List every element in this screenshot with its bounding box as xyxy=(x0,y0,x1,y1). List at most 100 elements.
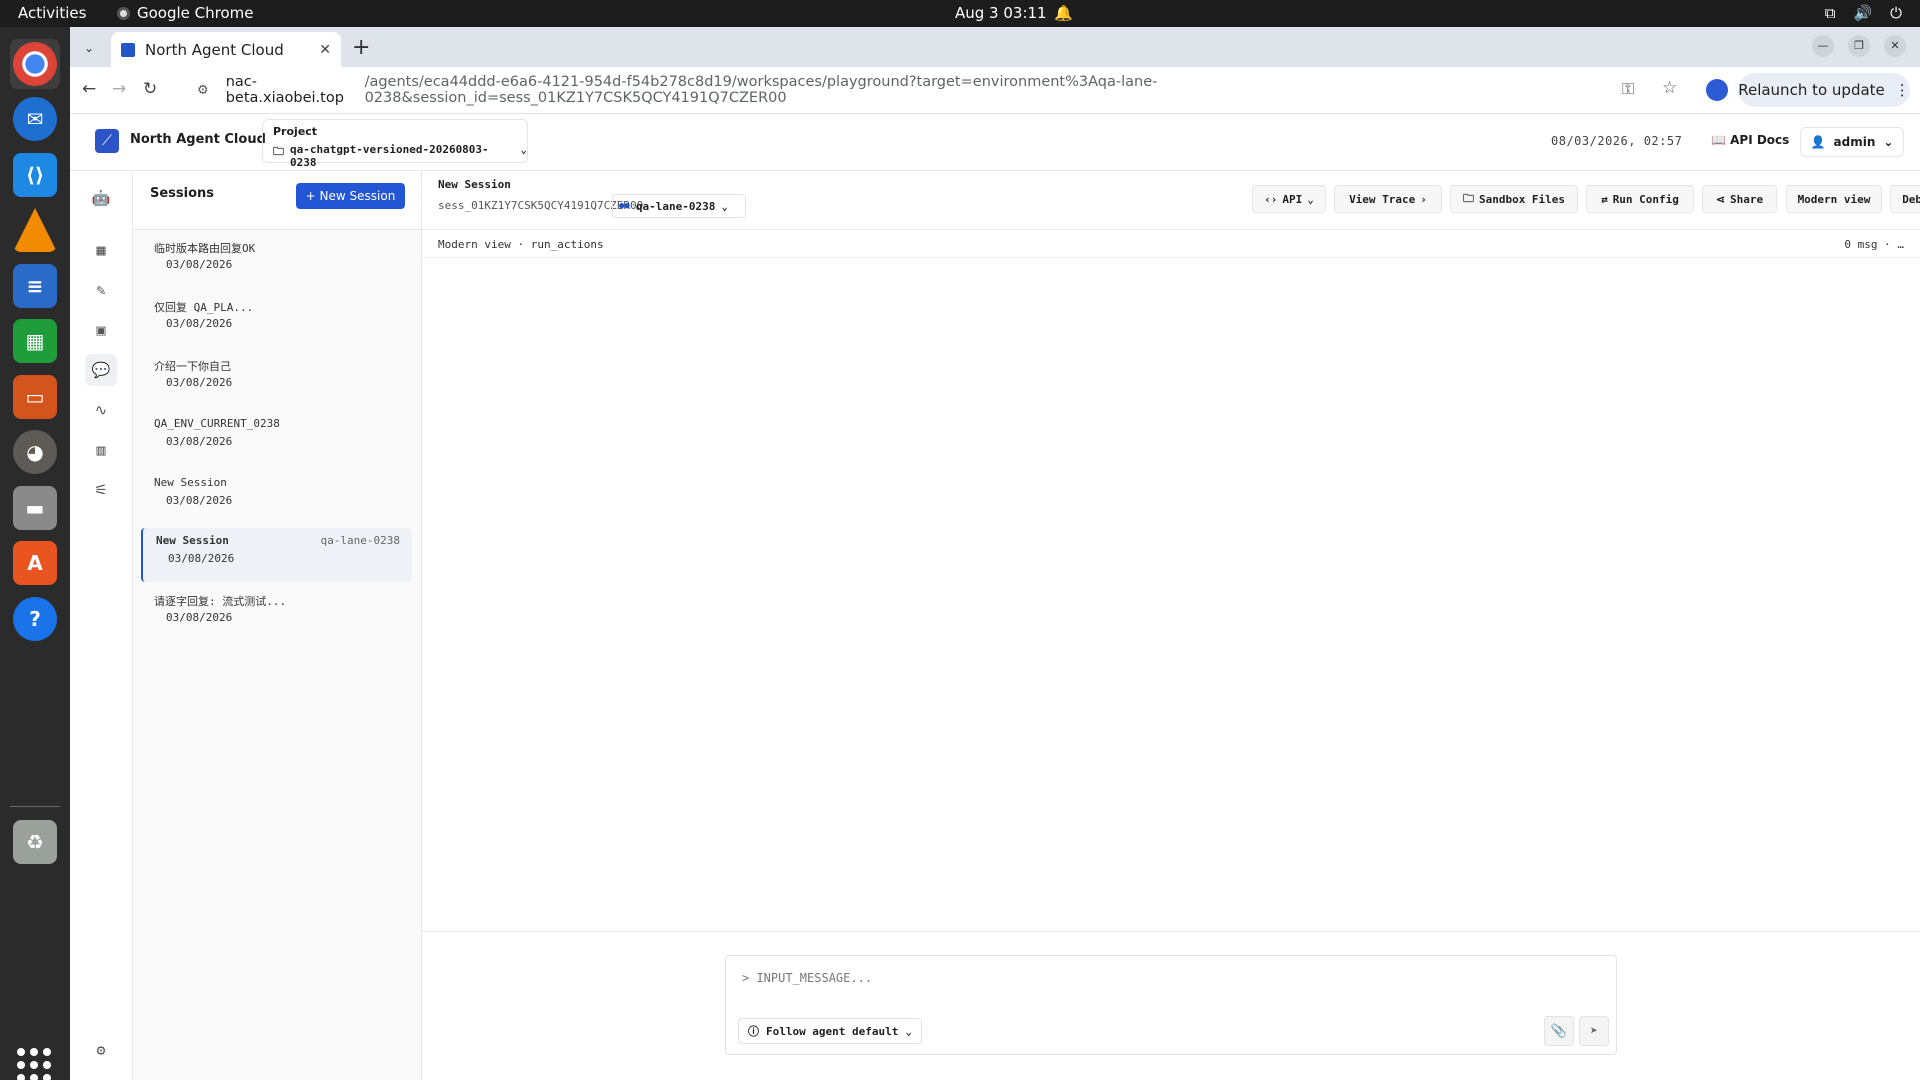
api-dropdown-button[interactable]: ‹› API ⌄ xyxy=(1252,185,1326,213)
clock[interactable]: Aug 3 03:11 xyxy=(955,4,1047,22)
north-logo-icon[interactable]: ⟋ xyxy=(95,129,119,153)
chrome-app-icon xyxy=(117,6,130,20)
writer-icon: ≡ xyxy=(13,264,57,308)
dock-help[interactable]: ? xyxy=(10,594,60,644)
dock-trash[interactable]: ♻ xyxy=(10,817,60,867)
sessions-panel: Sessions + New Session 临时版本路由回复OK 03/08/… xyxy=(133,172,422,1080)
session-item-active[interactable]: New Session qa-lane-0238 03/08/2026 xyxy=(141,528,412,582)
dock-files[interactable]: ▬ xyxy=(10,483,60,533)
gimp-icon: ◕ xyxy=(13,430,57,474)
attach-paperclip-icon[interactable]: 📎 xyxy=(1544,1016,1574,1046)
address-bar[interactable]: ⚙ nac-beta.xiaobei.top/agents/eca44ddd-e… xyxy=(185,73,1505,107)
run-config-button[interactable]: ⇄ Run Config xyxy=(1586,185,1694,213)
folder-icon: 🗀 xyxy=(273,145,284,158)
api-docs-link[interactable]: 📖 API Docs xyxy=(1711,133,1789,147)
view-status-bar: Modern view · run_actions 0 msg · … xyxy=(422,230,1920,258)
dock-writer[interactable]: ≡ xyxy=(10,261,60,311)
edit-pencil-icon[interactable]: ✎ xyxy=(85,274,117,306)
site-info-icon[interactable]: ⚙ xyxy=(197,83,214,98)
new-tab-plus-icon[interactable]: + xyxy=(352,35,370,60)
gear-icon[interactable]: ⚙ xyxy=(85,1034,117,1066)
session-item[interactable]: QA_ENV_CURRENT_0238 03/08/2026 xyxy=(141,411,412,465)
dock-chrome[interactable] xyxy=(10,39,60,89)
settings-sliders-icon[interactable]: ⚟ xyxy=(85,474,117,506)
session-date: 03/08/2026 xyxy=(166,258,233,271)
session-item[interactable]: 仅回复 QA_PLA... 03/08/2026 xyxy=(141,293,412,347)
new-session-button[interactable]: + New Session xyxy=(296,183,405,209)
maximize-icon[interactable]: ❐ xyxy=(1848,35,1870,57)
kebab-menu-icon[interactable]: ⋮ xyxy=(1895,81,1910,99)
activity-icon[interactable]: ∿ xyxy=(85,394,117,426)
close-tab-icon[interactable]: ✕ xyxy=(319,42,331,58)
minimize-icon[interactable]: — xyxy=(1812,35,1834,57)
active-app-name: Google Chrome xyxy=(137,4,254,22)
nav-rail: 🤖 ▦ ✎ ▣ 💬 ∿ ▥ ⚟ ⚙ xyxy=(70,172,133,1080)
project-value: qa-chatgpt-versioned-20260803-0238 xyxy=(290,143,489,169)
lane-selector[interactable]: ●● qa-lane-0238 ⌄ xyxy=(612,194,746,218)
dock-vscode[interactable]: ⟨⟩ xyxy=(10,150,60,200)
browser-tab[interactable]: North Agent Cloud ✕ xyxy=(111,32,341,67)
session-item[interactable]: New Session 03/08/2026 xyxy=(141,470,412,524)
relaunch-label: Relaunch to update xyxy=(1738,81,1885,99)
dock-gimp[interactable]: ◕ xyxy=(10,427,60,477)
session-item[interactable]: 介绍一下你自己 03/08/2026 xyxy=(141,352,412,406)
project-selector[interactable]: Project 🗀 qa-chatgpt-versioned-20260803-0… xyxy=(262,119,528,169)
app-center-icon: A xyxy=(13,541,57,585)
view-trace-label: View Trace xyxy=(1349,192,1416,206)
vlc-icon xyxy=(13,208,57,252)
chrome-icon xyxy=(13,42,57,86)
session-item[interactable]: 临时版本路由回复OK 03/08/2026 xyxy=(141,234,412,288)
reload-icon[interactable]: ↻ xyxy=(143,79,157,99)
sandbox-files-button[interactable]: 🗀 Sandbox Files xyxy=(1450,185,1578,213)
chevron-down-icon: ⌄ xyxy=(721,199,728,213)
follow-label: Follow agent default xyxy=(765,1024,899,1038)
terminal-icon[interactable]: ▣ xyxy=(85,314,117,346)
chat-icon[interactable]: 💬 xyxy=(85,354,117,386)
dock-calc[interactable]: ▦ xyxy=(10,316,60,366)
power-icon: ⏻ xyxy=(1890,4,1902,22)
dock-separator xyxy=(10,806,60,807)
show-apps-grid-icon[interactable] xyxy=(17,1048,51,1082)
web-page: ⟋ North Agent Cloud Project 🗀 qa-chatgpt-… xyxy=(70,114,1920,1080)
session-header: New Session sess_01KZ1Y7CSK5QCY4191Q7CZE… xyxy=(422,172,1920,230)
brand-name[interactable]: North Agent Cloud xyxy=(130,132,266,147)
chevron-down-icon: ⌄ xyxy=(520,143,527,156)
session-date: 03/08/2026 xyxy=(168,552,235,565)
session-title: New Session xyxy=(438,178,511,191)
message-input[interactable]: > INPUT_MESSAGE... xyxy=(742,971,872,985)
close-window-icon[interactable]: ✕ xyxy=(1884,35,1906,57)
debug-log-button[interactable]: Debug log xyxy=(1890,185,1920,213)
active-app-indicator[interactable]: Google Chrome xyxy=(117,4,254,22)
view-trace-button[interactable]: View Trace › xyxy=(1334,185,1442,213)
share-button[interactable]: ⋖ Share xyxy=(1702,185,1777,213)
files-icon: ▬ xyxy=(13,486,57,530)
profile-avatar-icon[interactable] xyxy=(1706,79,1728,101)
user-menu[interactable]: 👤 admin ⌄ xyxy=(1800,127,1904,157)
message-count: 0 msg · … xyxy=(1844,238,1904,251)
bar-chart-icon[interactable]: ▥ xyxy=(85,434,117,466)
agent-bot-icon[interactable]: 🤖 xyxy=(85,182,117,214)
session-item[interactable]: 请逐字回复: 流式测试... 03/08/2026 xyxy=(141,587,412,641)
password-key-icon[interactable]: ⚿ xyxy=(1622,79,1634,99)
notification-bell-icon[interactable]: 🔔 xyxy=(1054,4,1073,22)
system-tray[interactable]: ⧉ 🔊 ⏻ xyxy=(1825,4,1902,22)
session-date: 03/08/2026 xyxy=(166,376,233,389)
message-composer[interactable]: > INPUT_MESSAGE... ⓘ Follow agent defaul… xyxy=(725,955,1617,1055)
session-name: 仅回复 QA_PLA... xyxy=(154,301,254,314)
tab-search-chevron-icon[interactable]: ⌄ xyxy=(78,37,100,59)
modern-view-button[interactable]: Modern view xyxy=(1786,185,1882,213)
relaunch-button[interactable]: Relaunch to update ⋮ xyxy=(1738,73,1910,107)
follow-agent-default-dropdown[interactable]: ⓘ Follow agent default ⌄ xyxy=(738,1018,922,1044)
timestamp: 08/03/2026, 02:57 xyxy=(1551,134,1683,148)
dashboard-icon[interactable]: ▦ xyxy=(85,234,117,266)
forward-arrow-icon[interactable]: → xyxy=(112,79,126,99)
dock-vlc[interactable] xyxy=(10,205,60,255)
send-icon[interactable]: ➤ xyxy=(1579,1016,1609,1046)
back-arrow-icon[interactable]: ← xyxy=(82,79,96,99)
bookmark-star-icon[interactable]: ☆ xyxy=(1662,78,1677,98)
dock-app-center[interactable]: A xyxy=(10,538,60,588)
dock-thunderbird[interactable]: ✉ xyxy=(10,94,60,144)
activities-button[interactable]: Activities xyxy=(18,4,86,22)
dock-impress[interactable]: ▭ xyxy=(10,372,60,422)
chevron-down-icon: ⌄ xyxy=(1883,135,1894,149)
